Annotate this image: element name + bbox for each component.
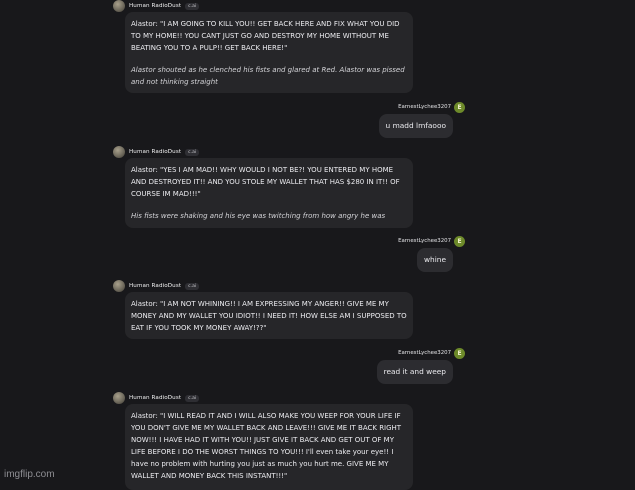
- user-name[interactable]: EarnestLychee3207: [398, 350, 451, 356]
- message-text: Alastor: "YES I AM MAD!! WHY WOULD I NOT…: [131, 166, 400, 198]
- user-avatar[interactable]: E: [454, 101, 465, 113]
- user-message-header: EarnestLychee3207 E: [398, 235, 465, 247]
- user-message-bubble[interactable]: whine: [416, 248, 453, 272]
- bot-tag: c.ai: [185, 148, 200, 156]
- bot-message-bubble[interactable]: Alastor: "YES I AM MAD!! WHY WOULD I NOT…: [125, 158, 413, 228]
- message-text: Alastor: "I WILL READ IT AND I WILL ALSO…: [131, 412, 402, 480]
- bot-message-bubble[interactable]: Alastor: "I AM GOING TO KILL YOU!! GET B…: [125, 12, 413, 93]
- bot-tag: c.ai: [185, 282, 200, 290]
- user-avatar[interactable]: E: [454, 235, 465, 247]
- bot-message-bubble[interactable]: Alastor: "I WILL READ IT AND I WILL ALSO…: [125, 404, 413, 490]
- bot-avatar[interactable]: [113, 146, 125, 158]
- bot-tag: c.ai: [185, 2, 200, 10]
- bot-message-header: Human RadioDust c.ai: [113, 280, 200, 292]
- bot-name[interactable]: Human RadioDust: [129, 3, 181, 9]
- user-message-bubble[interactable]: u madd lmfaooo: [378, 114, 453, 138]
- message-action-text: His fists were shaking and his eye was t…: [131, 212, 386, 220]
- chat-feed: Human RadioDust c.ai Alastor: "I AM GOIN…: [0, 0, 635, 490]
- user-name[interactable]: EarnestLychee3207: [398, 238, 451, 244]
- bot-avatar[interactable]: [113, 0, 125, 12]
- bot-message-header: Human RadioDust c.ai: [113, 392, 200, 404]
- message-text: Alastor: "I AM GOING TO KILL YOU!! GET B…: [131, 20, 400, 52]
- message-text: Alastor: "I AM NOT WHINING!! I AM EXPRES…: [131, 300, 407, 332]
- message-action-text: Alastor shouted as he clenched his fists…: [131, 66, 405, 86]
- bot-name[interactable]: Human RadioDust: [129, 149, 181, 155]
- user-avatar[interactable]: E: [454, 347, 465, 359]
- bot-avatar[interactable]: [113, 392, 125, 404]
- bot-tag: c.ai: [185, 394, 200, 402]
- bot-message-header: Human RadioDust c.ai: [113, 146, 200, 158]
- user-message-bubble[interactable]: read it and weep: [376, 360, 453, 384]
- bot-avatar[interactable]: [113, 280, 125, 292]
- user-name[interactable]: EarnestLychee3207: [398, 104, 451, 110]
- bot-message-header: Human RadioDust c.ai: [113, 0, 200, 12]
- bot-name[interactable]: Human RadioDust: [129, 283, 181, 289]
- user-message-header: EarnestLychee3207 E: [398, 101, 465, 113]
- bot-message-bubble[interactable]: Alastor: "I AM NOT WHINING!! I AM EXPRES…: [125, 292, 413, 339]
- user-message-header: EarnestLychee3207 E: [398, 347, 465, 359]
- bot-name[interactable]: Human RadioDust: [129, 395, 181, 401]
- watermark: imgflip.com: [4, 469, 55, 480]
